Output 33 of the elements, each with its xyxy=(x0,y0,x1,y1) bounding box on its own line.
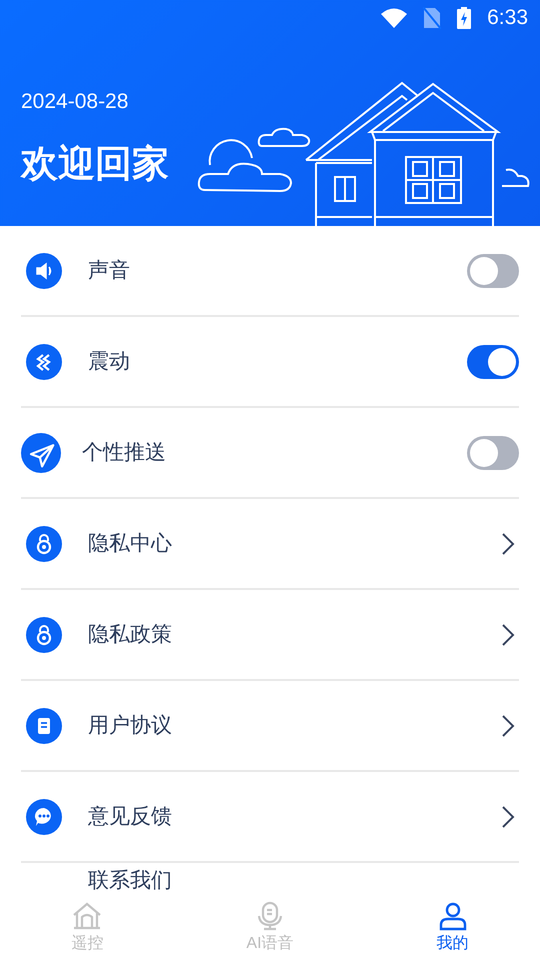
date-text: 2024-08-28 xyxy=(21,89,128,115)
nav-tab[interactable]: 我的 xyxy=(365,900,540,952)
paper-plane-icon xyxy=(21,432,61,472)
chevron-right-icon xyxy=(501,532,515,556)
toggle-switch[interactable] xyxy=(467,344,519,378)
nav-tab[interactable]: AI语音 xyxy=(174,900,366,952)
chevron-right-icon xyxy=(501,714,515,738)
setting-label: 个性推送 xyxy=(82,440,166,466)
welcome-title: 欢迎回家 xyxy=(21,142,169,186)
document-icon xyxy=(26,708,62,744)
toggle-switch[interactable] xyxy=(467,254,519,288)
chevron-right-icon xyxy=(501,804,515,828)
vibration-icon xyxy=(26,344,62,380)
setting-label: 隐私政策 xyxy=(88,622,172,648)
nav-tab[interactable]: 遥控 xyxy=(0,900,175,952)
speaker-icon xyxy=(26,252,62,288)
time-text: 6:33 xyxy=(487,5,528,32)
setting-label: 隐私中心 xyxy=(88,530,172,557)
setting-label: 联系我们 xyxy=(88,868,172,893)
toggle-switch[interactable] xyxy=(467,436,519,470)
chevron-right-icon xyxy=(501,622,515,646)
person-icon xyxy=(438,900,468,931)
lock-icon xyxy=(26,526,62,562)
home-icon xyxy=(72,900,102,931)
battery-charging-icon xyxy=(457,7,472,29)
lock-icon xyxy=(26,616,62,652)
setting-label: 震动 xyxy=(88,348,130,375)
setting-label: 用户协议 xyxy=(88,712,172,739)
setting-label: 意见反馈 xyxy=(88,804,172,830)
setting-label: 声音 xyxy=(88,258,130,284)
chat-icon xyxy=(26,798,62,834)
wifi-icon xyxy=(381,8,408,28)
no-sim-icon xyxy=(423,7,442,29)
